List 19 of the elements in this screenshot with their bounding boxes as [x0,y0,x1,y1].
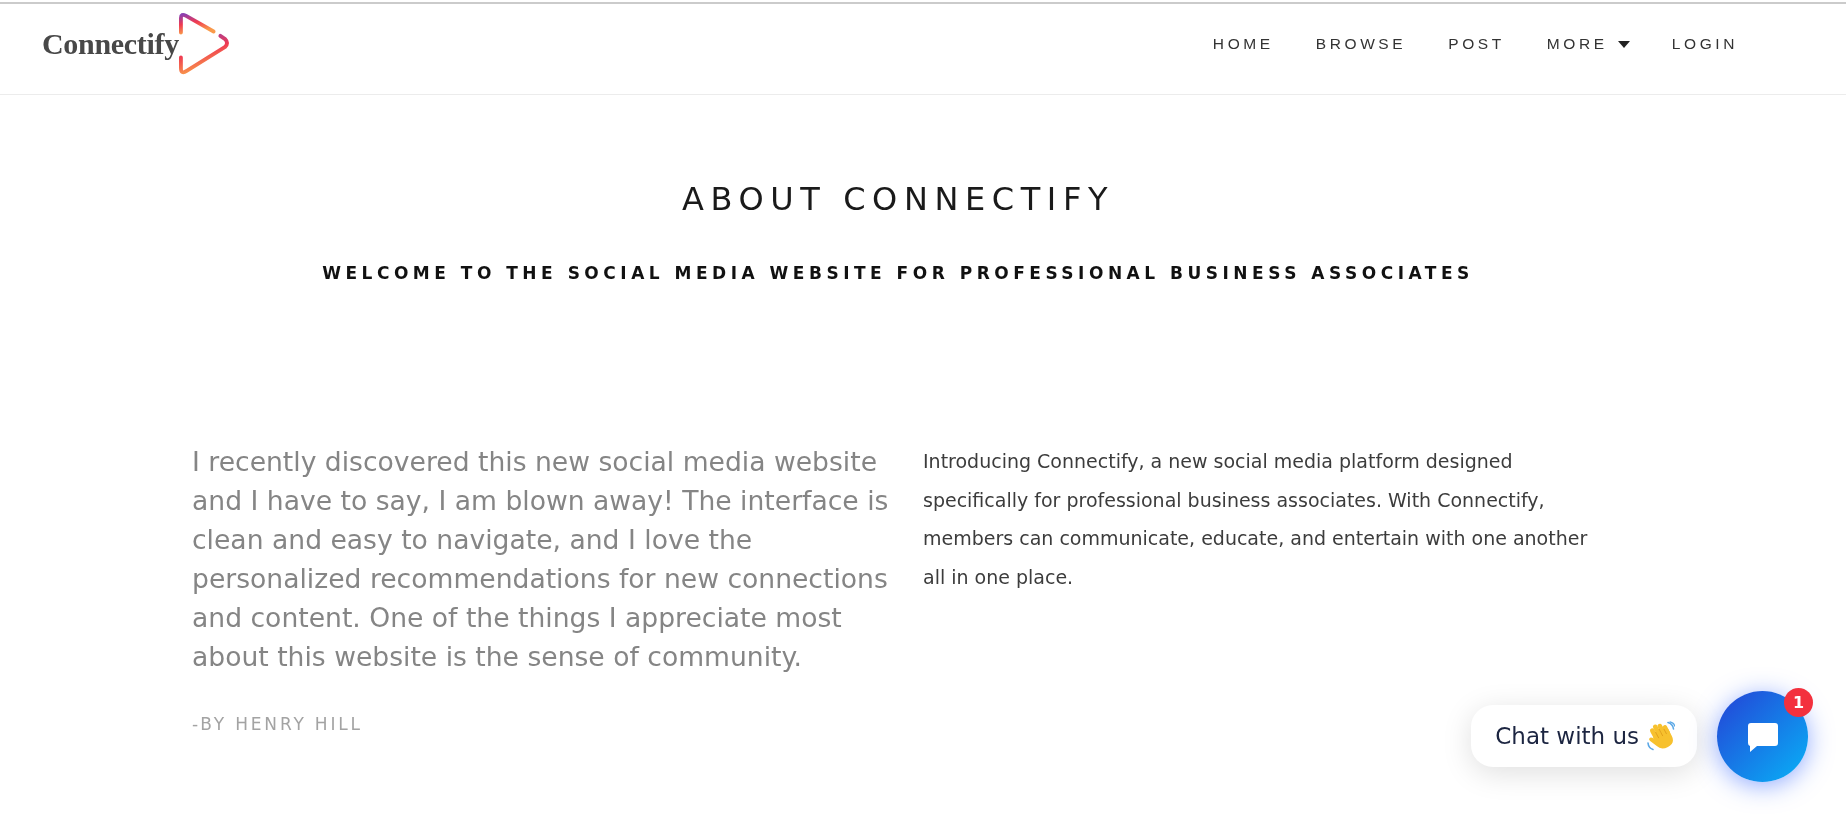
nav-link-item[interactable]: BROWSE [1294,34,1428,54]
more-dropdown-link[interactable]: MORE [1525,34,1651,54]
brand-logo-link[interactable]: Connectify [42,11,229,77]
page-heading: ABOUT CONNECTIFY [680,181,1116,218]
nav-link-item[interactable]: LOGIN [1650,34,1759,54]
testimonial-quote: I recently discovered this new social media website and I have to say, I am blown away! The interface is clean and easy to navigate, and I love the personalized recommendations for new connections and content. One of the things I appreciate most about this website is the sense of community. [192,445,890,674]
waving-hand-icon [1647,721,1675,751]
brand-name: Connectify [42,29,179,59]
testimonial-author: -BY HENRY HILL [192,713,363,736]
nav-link-item[interactable]: HOME [1191,34,1295,54]
page-subheading: WELCOME TO THE SOCIAL MEDIA WEBSITE FOR PROFESSIONAL BUSINESS ASSOCIATES [321,262,1475,285]
play-triangle-icon [179,11,229,77]
intro-paragraph: Introducing Connectify, a new social media platform designed specifically for professional business associates. With Connectify, members can communicate, educate, and entertain with one another all in one place. [923,449,1589,590]
nav-link-item[interactable]: POST [1427,34,1526,54]
chat-launcher-button[interactable] [1717,691,1808,782]
caret-icon [1617,40,1630,48]
chat-prompt-button[interactable]: Chat with us [1471,705,1697,767]
unread-count-badge: 1 [1784,688,1813,717]
chat-bubble-icon [1746,720,1779,753]
